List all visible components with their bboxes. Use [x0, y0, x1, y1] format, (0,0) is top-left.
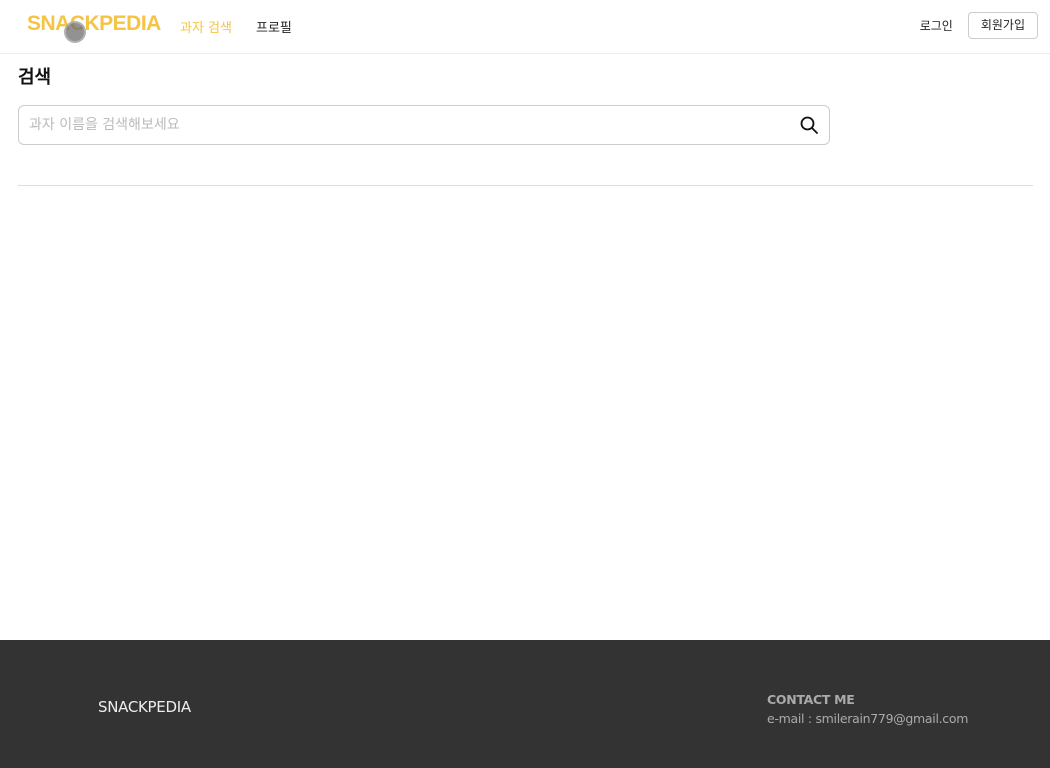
footer-logo: SNACKPEDIA	[98, 698, 191, 716]
search-box	[18, 105, 830, 145]
contact-info: CONTACT ME e-mail : smilerain779@gmail.c…	[767, 690, 968, 728]
logo[interactable]: SNACKPEDIA	[27, 12, 161, 36]
contact-email: e-mail : smilerain779@gmail.com	[767, 711, 969, 726]
page-title: 검색	[18, 67, 52, 88]
search-input[interactable]	[29, 106, 789, 144]
search-icon[interactable]	[799, 115, 819, 135]
mouse-cursor-indicator	[64, 21, 86, 43]
auth-area: 로그인 회원가입	[920, 12, 1038, 39]
content-divider	[18, 185, 1033, 186]
site-footer: SNACKPEDIA CONTACT ME e-mail : smilerain…	[0, 640, 1050, 768]
contact-title: CONTACT ME	[767, 692, 855, 707]
main-nav: 과자 검색 프로필	[180, 17, 292, 36]
site-header: SNACKPEDIA 과자 검색 프로필 로그인 회원가입	[0, 0, 1050, 54]
signup-button[interactable]: 회원가입	[967, 12, 1038, 39]
nav-item-profile[interactable]: 프로필	[256, 17, 292, 36]
nav-item-snack-search[interactable]: 과자 검색	[180, 17, 232, 36]
login-link[interactable]: 로그인	[920, 17, 953, 34]
